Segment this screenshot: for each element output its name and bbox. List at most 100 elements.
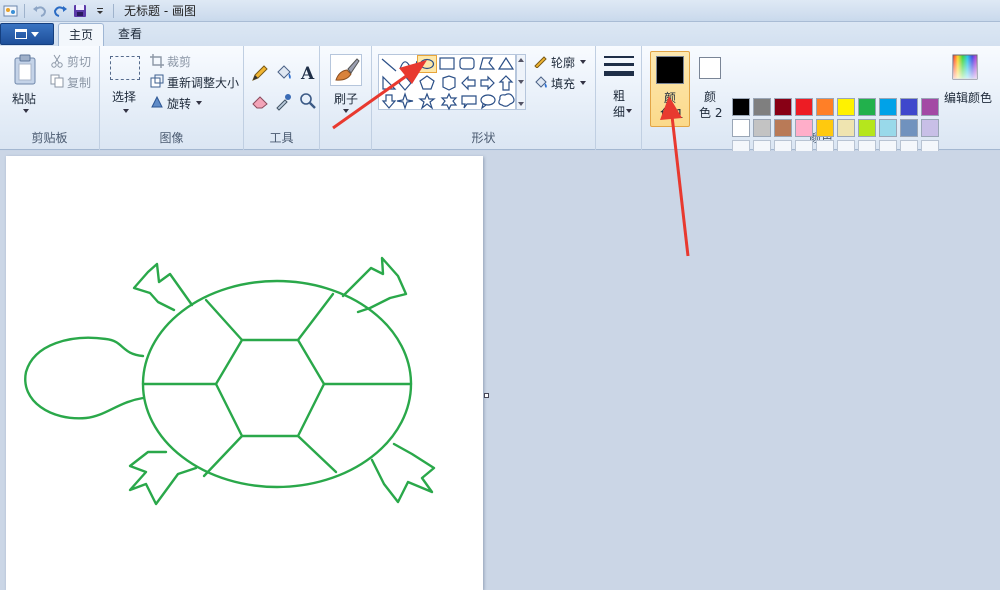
shapes-gallery [378,54,516,111]
paste-icon [14,54,36,85]
palette-swatch[interactable] [879,98,897,116]
fill-icon [533,75,549,92]
save-icon[interactable] [71,3,89,19]
outline-icon [533,54,549,71]
paste-button[interactable] [12,54,40,89]
palette-swatch[interactable] [816,98,834,116]
magnifier-icon[interactable] [298,91,318,114]
image-group: 选择 裁剪 重新调整大小 旋转 图像 [100,46,244,150]
paste-label[interactable]: 粘贴 [12,90,36,107]
palette-swatch[interactable] [837,98,855,116]
palette-swatch[interactable] [732,98,750,116]
brushes-label[interactable]: 刷子 [334,90,358,107]
tools-group-label: 工具 [269,131,294,145]
resize-button[interactable]: 重新调整大小 [167,74,239,91]
color2-swatch [699,57,721,79]
tab-view[interactable]: 查看 [108,23,152,46]
copy-icon [50,74,64,91]
color2-label-line2: 色 2 [699,106,723,120]
turtle-drawing [24,256,436,506]
color2-label-line1: 颜 [704,90,717,104]
customize-toolbar-chevron-icon[interactable] [91,3,109,19]
file-menu-icon [15,29,27,39]
eraser-icon[interactable] [250,91,270,114]
oval-shape-icon [419,58,435,70]
palette-swatch[interactable] [858,98,876,116]
clipboard-group-label: 剪贴板 [31,131,68,145]
palette-swatch[interactable] [732,119,750,137]
window-title: 无标题 - 画图 [124,4,196,18]
color1-button[interactable]: 颜 色 1 [650,51,690,127]
palette-swatch[interactable] [879,119,897,137]
color-picker-icon[interactable] [274,91,294,114]
color2-button[interactable]: 颜 色 2 [694,51,728,127]
palette-swatch[interactable] [774,119,792,137]
oval-shape-button[interactable] [417,55,437,73]
edit-colors-icon [952,54,978,80]
image-group-label: 图像 [159,131,184,145]
color1-swatch [656,56,684,84]
tools-group: A 工具 [244,46,320,150]
copy-button[interactable]: 复制 [67,74,91,91]
resize-icon [150,74,164,91]
size-label-line1[interactable]: 粗 [613,87,625,104]
palette-swatch[interactable] [921,98,939,116]
rotate-button[interactable]: 旋转 [167,95,191,112]
palette-swatch[interactable] [858,119,876,137]
rotate-dropdown-icon[interactable] [196,101,202,105]
palette-swatch[interactable] [795,119,813,137]
palette-swatch[interactable] [795,98,813,116]
shapes-gallery-icons [381,56,515,111]
paste-dropdown-icon[interactable] [23,109,29,113]
file-menu-button[interactable] [0,23,54,45]
svg-text:A: A [300,64,315,82]
cut-icon [50,54,64,71]
palette-swatch[interactable] [921,119,939,137]
brush-icon [335,58,360,81]
shapes-group-label: 形状 [471,131,496,145]
crop-button[interactable]: 裁剪 [167,53,191,70]
cut-button[interactable]: 剪切 [67,53,91,70]
fill-bucket-icon[interactable] [274,63,294,86]
gallery-scroll-arrows-icon [518,58,524,106]
fill-dropdown-icon[interactable] [580,81,586,85]
paint-app-icon[interactable] [2,3,20,19]
crop-icon [150,54,164,71]
ribbon-tabs: 主页 查看 [0,22,1000,46]
brushes-button[interactable] [330,54,362,86]
chevron-down-icon [31,31,39,37]
size-label-line2[interactable]: 细 [613,103,625,120]
color1-label-line2: 色 1 [660,107,684,121]
drawing-canvas[interactable] [6,156,483,590]
shapes-gallery-scrollbar[interactable] [516,54,526,110]
ribbon: 粘贴 剪切 复制 剪贴板 选择 裁剪 重新调整大小 旋转 图像 A 工具 刷子 … [0,46,1000,158]
palette-swatch[interactable] [900,98,918,116]
brushes-dropdown-icon[interactable] [343,109,349,113]
outline-button[interactable]: 轮廓 [551,54,575,71]
palette-swatch[interactable] [753,98,771,116]
pencil-icon[interactable] [250,63,270,86]
undo-icon[interactable] [31,3,49,19]
palette-swatch[interactable] [774,98,792,116]
palette-swatch[interactable] [816,119,834,137]
size-group: 粗 细 [596,46,642,150]
select-dropdown-icon[interactable] [123,109,129,113]
line-width-icon[interactable] [604,54,634,85]
palette-swatch[interactable] [900,119,918,137]
select-rectangle-icon[interactable] [110,56,140,80]
palette-swatch[interactable] [837,119,855,137]
text-tool-icon[interactable]: A [298,62,318,85]
rotate-icon [150,95,164,112]
edit-colors-button[interactable] [952,54,978,83]
canvas-resize-handle[interactable] [484,393,489,398]
title-bar: 无标题 - 画图 [0,0,1000,22]
outline-dropdown-icon[interactable] [580,60,586,64]
fill-button[interactable]: 填充 [551,75,575,92]
size-dropdown-icon[interactable] [626,109,632,113]
palette-swatch[interactable] [753,119,771,137]
select-button[interactable]: 选择 [112,88,136,105]
edit-colors-label[interactable]: 编辑颜色 [944,89,992,106]
tab-home[interactable]: 主页 [58,23,105,46]
clipboard-group: 粘贴 剪切 复制 剪贴板 [0,46,100,150]
redo-icon[interactable] [51,3,69,19]
